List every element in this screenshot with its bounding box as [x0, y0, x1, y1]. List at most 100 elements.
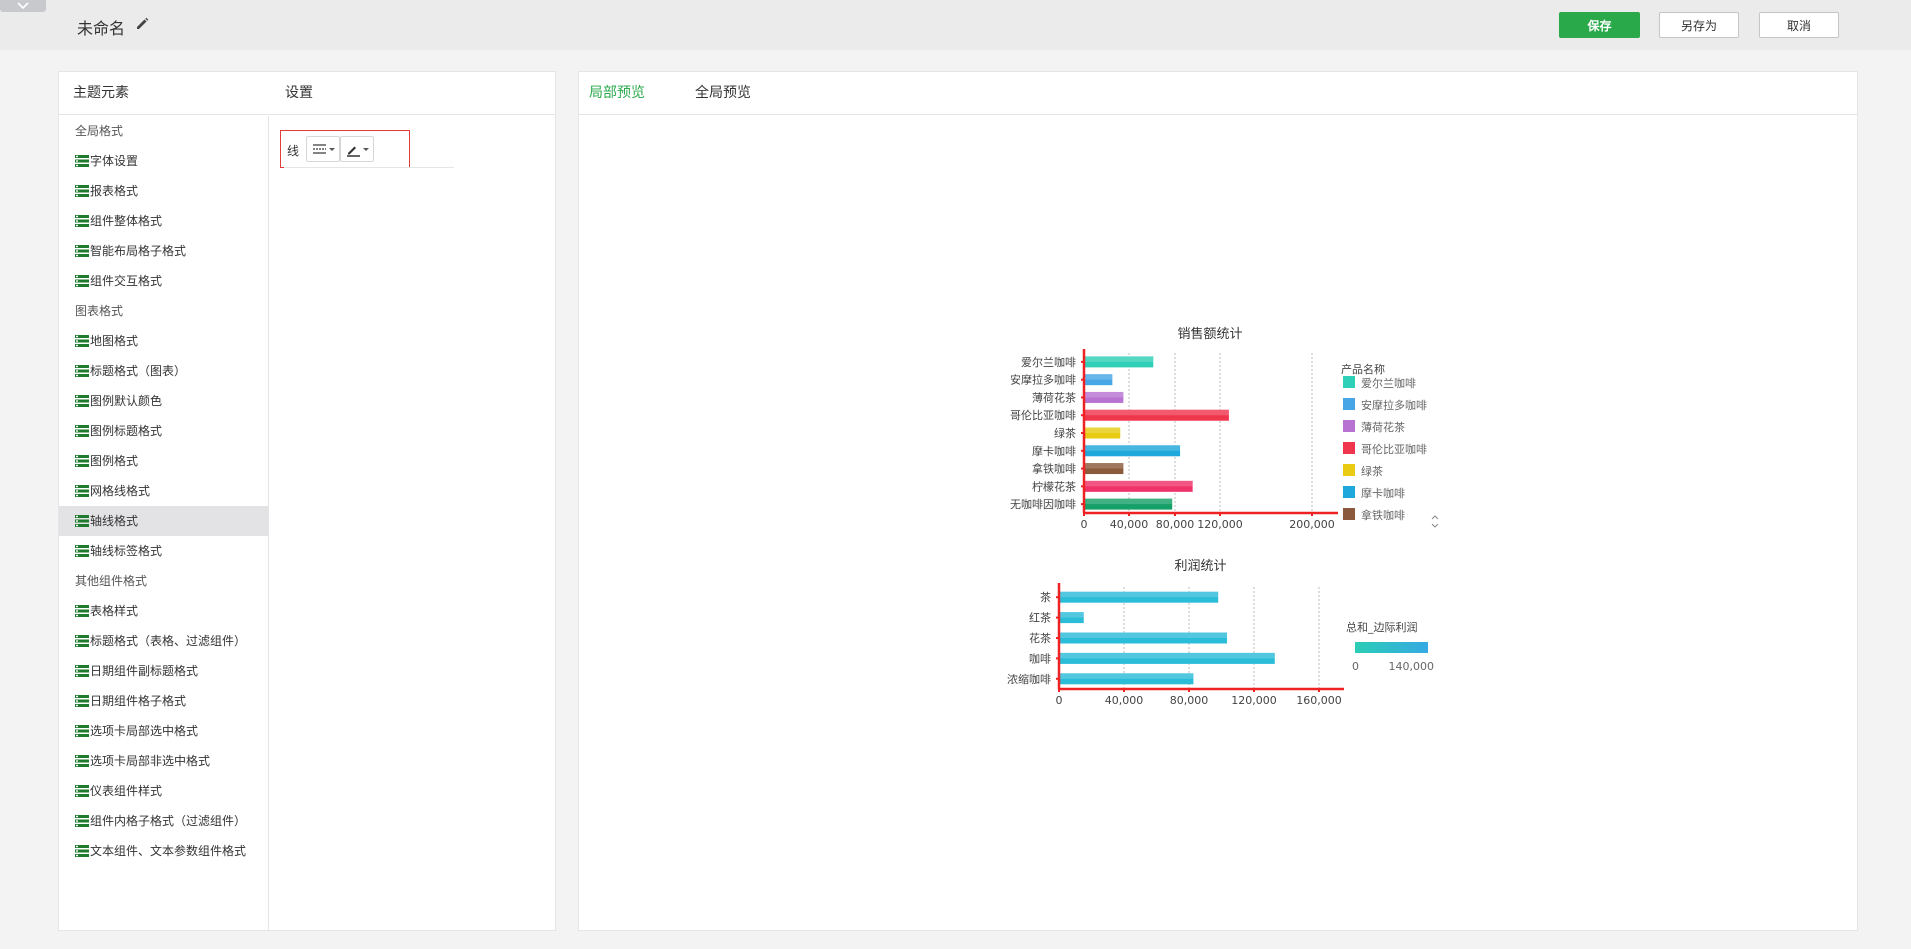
- tree-item-label: 报表格式: [90, 184, 139, 198]
- list-icon: [75, 665, 89, 677]
- tree-item[interactable]: 选项卡局部非选中格式: [59, 746, 268, 776]
- pen-color-icon: [347, 146, 369, 157]
- tree-item[interactable]: 表格样式: [59, 596, 268, 626]
- legend-swatch: [1343, 398, 1355, 410]
- line-color-dropdown[interactable]: [340, 136, 374, 162]
- tick-label: 80,000: [1170, 694, 1209, 707]
- list-icon: [75, 635, 89, 647]
- bar-highlight: [1084, 409, 1229, 416]
- list-icon: [75, 605, 89, 617]
- tree-item[interactable]: 组件整体格式: [59, 206, 268, 236]
- tree-item[interactable]: 组件交互格式: [59, 266, 268, 296]
- tick-label: 200,000: [1289, 518, 1335, 531]
- category-label: 茶: [1040, 591, 1051, 604]
- list-icon: [75, 815, 89, 827]
- tree-item[interactable]: 图例标题格式: [59, 416, 268, 446]
- list-icon: [75, 515, 89, 527]
- tree-item[interactable]: 标题格式（表格、过滤组件）: [59, 626, 268, 656]
- tree-item-label: 网格线格式: [90, 484, 151, 498]
- legend-range-max: 140,000: [1389, 660, 1435, 673]
- category-label: 哥伦比亚咖啡: [1010, 408, 1076, 422]
- chart-title: 利润统计: [1174, 559, 1226, 574]
- tree-item[interactable]: 日期组件副标题格式: [59, 656, 268, 686]
- tree-item[interactable]: 日期组件格子格式: [59, 686, 268, 716]
- bar-highlight: [1059, 673, 1194, 679]
- tree-item[interactable]: 选项卡局部选中格式: [59, 716, 268, 746]
- legend-scroll-icon[interactable]: [1431, 515, 1439, 528]
- legend-label: 摩卡咖啡: [1361, 486, 1405, 500]
- save-as-button[interactable]: 另存为: [1659, 12, 1739, 38]
- category-label: 安摩拉多咖啡: [1010, 373, 1076, 387]
- list-icon: [75, 545, 89, 557]
- list-icon: [75, 755, 89, 767]
- category-label: 绿茶: [1054, 426, 1076, 440]
- tree-item[interactable]: 网格线格式: [59, 476, 268, 506]
- tree-item-label: 日期组件副标题格式: [90, 664, 199, 678]
- tree-item-label: 组件整体格式: [90, 214, 163, 228]
- bar-highlight: [1084, 480, 1193, 487]
- cancel-button[interactable]: 取消: [1759, 12, 1839, 38]
- tree-item[interactable]: 仪表组件样式: [59, 776, 268, 806]
- chevron-down-icon: [17, 2, 29, 10]
- bar-highlight: [1084, 427, 1121, 433]
- legend-gradient-bar: [1355, 642, 1428, 653]
- tree-item-label: 组件交互格式: [90, 274, 163, 288]
- tree-item-label: 轴线标签格式: [90, 544, 163, 558]
- legend-title: 总和_边际利润: [1346, 620, 1418, 634]
- tree-item[interactable]: 图例格式: [59, 446, 268, 476]
- line-style-icon: [313, 144, 335, 154]
- list-icon: [75, 155, 89, 167]
- category-label: 红茶: [1029, 612, 1051, 625]
- tree-item[interactable]: 智能布局格子格式: [59, 236, 268, 266]
- bar-highlight: [1084, 391, 1124, 398]
- legend-swatch: [1343, 486, 1355, 498]
- tree-item-label: 组件内格子格式（过滤组件）: [90, 814, 247, 828]
- line-setting-group: 线: [280, 130, 410, 168]
- bar-highlight: [1084, 374, 1113, 380]
- list-icon: [75, 215, 89, 227]
- tree-item[interactable]: 文本组件、文本参数组件格式: [59, 836, 268, 866]
- save-button[interactable]: 保存: [1559, 12, 1640, 38]
- tree-item-label: 地图格式: [90, 334, 139, 348]
- tree-item[interactable]: 地图格式: [59, 326, 268, 356]
- tree-item[interactable]: 图例默认颜色: [59, 386, 268, 416]
- tree-item[interactable]: 组件内格子格式（过滤组件）: [59, 806, 268, 836]
- legend-label: 爱尔兰咖啡: [1361, 376, 1416, 390]
- tick-label: 40,000: [1105, 694, 1144, 707]
- tree-item[interactable]: 轴线格式: [59, 506, 268, 536]
- legend-label: 绿茶: [1361, 464, 1383, 478]
- list-icon: [75, 245, 89, 257]
- tree-item-label: 选项卡局部选中格式: [90, 724, 199, 738]
- tree-item[interactable]: 标题格式（图表）: [59, 356, 268, 386]
- tree-group[interactable]: 其他组件格式: [59, 566, 268, 596]
- bar-highlight: [1059, 612, 1084, 618]
- tree-item-label: 仪表组件样式: [90, 784, 163, 798]
- legend-range-min: 0: [1352, 660, 1359, 673]
- tree-item-label: 表格样式: [90, 604, 139, 618]
- line-style-dropdown[interactable]: [306, 136, 340, 162]
- tree-group[interactable]: 全局格式: [59, 116, 268, 146]
- tree-item-label: 文本组件、文本参数组件格式: [90, 844, 247, 858]
- tree-item[interactable]: 字体设置: [59, 146, 268, 176]
- category-label: 薄荷花茶: [1032, 390, 1076, 404]
- collapse-toggle[interactable]: [0, 0, 46, 12]
- tick-label: 120,000: [1231, 694, 1277, 707]
- category-label: 无咖啡因咖啡: [1010, 497, 1076, 511]
- category-label: 拿铁咖啡: [1032, 462, 1076, 476]
- header-divider: [59, 114, 555, 115]
- bar-highlight: [1084, 356, 1154, 362]
- setting-divider: [284, 167, 454, 168]
- tick-label: 120,000: [1197, 518, 1243, 531]
- edit-title-icon[interactable]: [135, 16, 150, 34]
- list-icon: [75, 335, 89, 347]
- tree-item-label: 选项卡局部非选中格式: [90, 754, 211, 768]
- category-label: 摩卡咖啡: [1032, 444, 1076, 458]
- tick-label: 160,000: [1296, 694, 1342, 707]
- list-icon: [75, 275, 89, 287]
- tree-item-label: 图表格式: [75, 304, 124, 318]
- bar-highlight: [1059, 652, 1275, 659]
- tree-item[interactable]: 轴线标签格式: [59, 536, 268, 566]
- tree-item[interactable]: 报表格式: [59, 176, 268, 206]
- tree-item-label: 图例格式: [90, 454, 139, 468]
- tree-group[interactable]: 图表格式: [59, 296, 268, 326]
